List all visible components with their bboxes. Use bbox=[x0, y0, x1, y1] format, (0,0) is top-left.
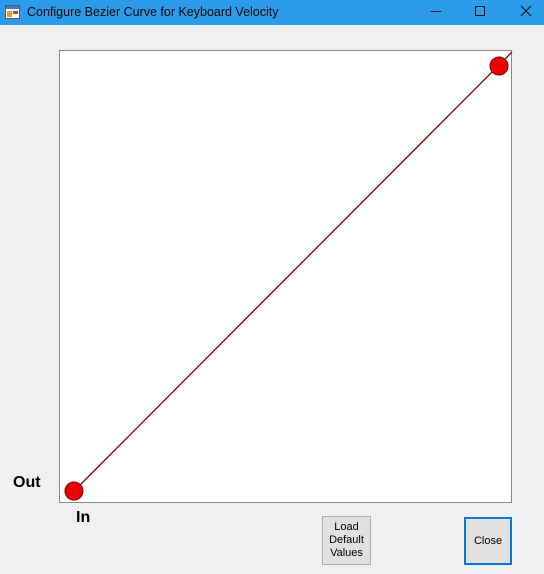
curve-svg bbox=[64, 51, 513, 501]
close-button-label: Close bbox=[473, 535, 503, 547]
end-handle[interactable] bbox=[489, 56, 509, 76]
maximize-button[interactable] bbox=[457, 0, 503, 25]
curve-editor-canvas[interactable] bbox=[59, 50, 513, 503]
y-axis-label: Out bbox=[13, 474, 41, 491]
load-default-values-button[interactable]: Load Default Values bbox=[322, 516, 371, 565]
close-window-button[interactable] bbox=[503, 0, 544, 25]
load-default-values-label: Load Default Values bbox=[329, 521, 364, 559]
curve-line bbox=[73, 51, 513, 492]
close-button[interactable]: Close bbox=[464, 517, 512, 565]
title-bar[interactable]: Configure Bezier Curve for Keyboard Velo… bbox=[0, 0, 544, 25]
minimize-button[interactable] bbox=[413, 0, 459, 25]
close-icon bbox=[520, 4, 532, 22]
window-title: Configure Bezier Curve for Keyboard Velo… bbox=[27, 5, 279, 19]
minimize-icon bbox=[430, 4, 442, 22]
x-axis-label: In bbox=[76, 509, 91, 526]
app-window-icon bbox=[5, 5, 20, 19]
start-handle[interactable] bbox=[64, 481, 84, 501]
bezier-config-window: Configure Bezier Curve for Keyboard Velo… bbox=[0, 0, 544, 574]
maximize-icon bbox=[474, 4, 486, 22]
